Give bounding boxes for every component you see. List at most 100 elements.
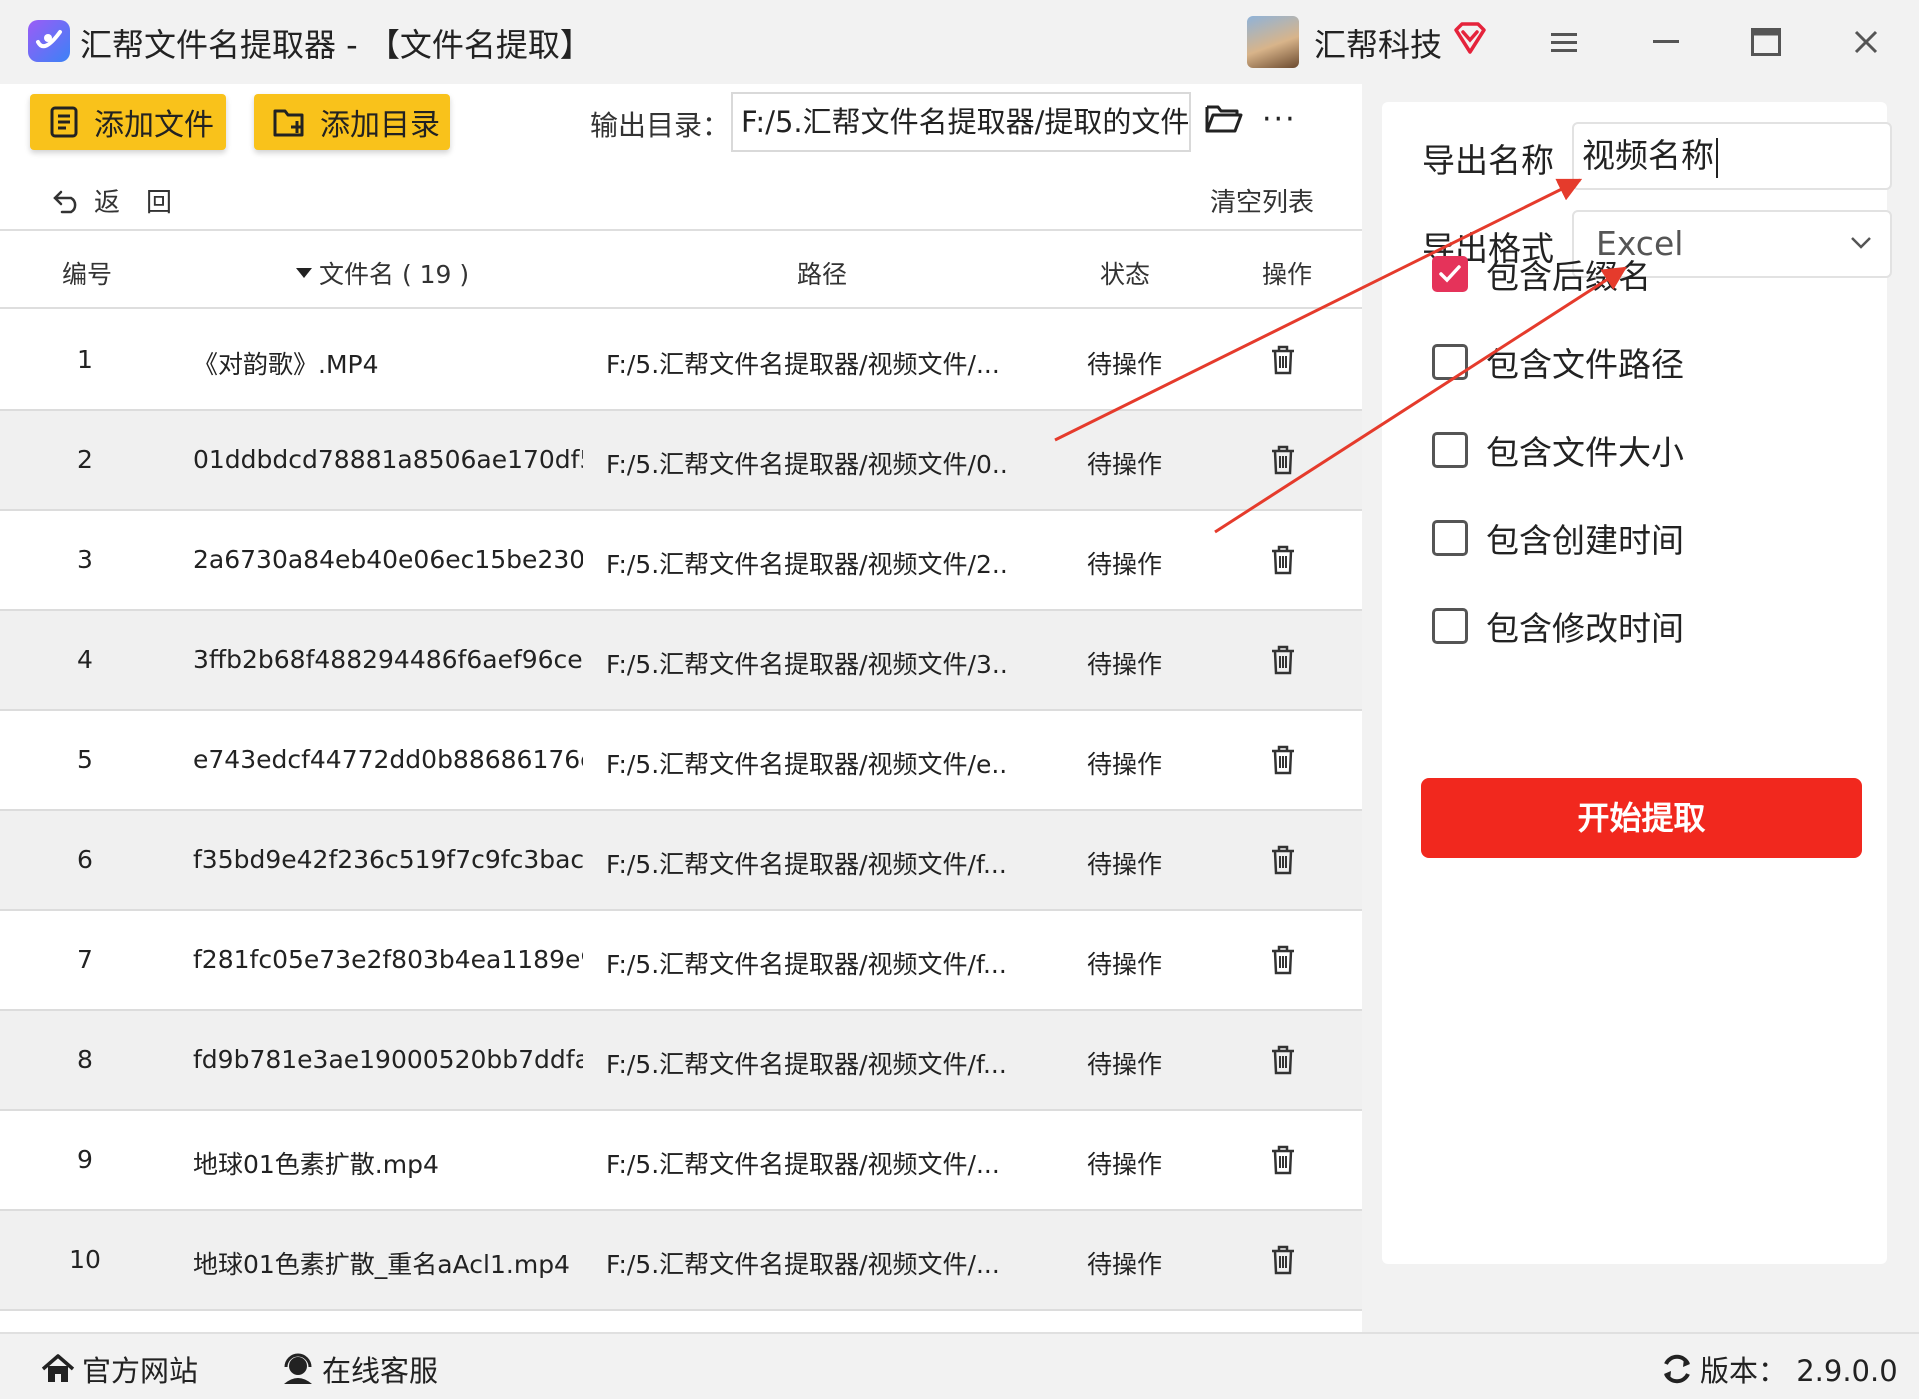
add-file-button[interactable]: 添加文件: [30, 94, 226, 150]
option-checkbox-row[interactable]: 包含文件路径: [1432, 338, 1684, 386]
row-filename: 3ffb2b68f488294486f6aef96ce1...: [193, 645, 583, 674]
support-label: 在线客服: [322, 1354, 439, 1388]
online-support-link[interactable]: 在线客服: [280, 1348, 438, 1390]
row-status: 待操作: [1087, 850, 1163, 879]
row-num: 7: [77, 945, 93, 974]
trash-icon[interactable]: [1270, 845, 1296, 881]
company-name: 汇帮科技: [1314, 26, 1443, 64]
checkbox[interactable]: [1432, 432, 1468, 468]
row-status: 待操作: [1087, 550, 1163, 579]
checkbox[interactable]: [1432, 344, 1468, 380]
row-status: 待操作: [1087, 750, 1163, 779]
table-row[interactable]: 5 e743edcf44772dd0b88686176e... F:/5.汇帮文件名…: [0, 711, 1362, 811]
checkbox[interactable]: [1432, 520, 1468, 556]
row-path: F:/5.汇帮文件名提取器/视频文件/2...: [606, 550, 1006, 579]
trash-icon[interactable]: [1270, 1145, 1296, 1181]
app-logo-icon: [28, 20, 70, 62]
table-row[interactable]: 10 地球01色素扩散_重名aAcl1.mp4 F:/5.汇帮文件名提取器/视频文件…: [0, 1211, 1362, 1311]
row-path: F:/5.汇帮文件名提取器/视频文件/...: [606, 350, 1000, 379]
trash-icon[interactable]: [1270, 1245, 1296, 1281]
row-filename: 《对韵歌》.MP4: [193, 350, 379, 379]
maximize-icon[interactable]: [1742, 18, 1790, 66]
option-label: 包含修改时间: [1486, 609, 1684, 648]
close-icon[interactable]: [1842, 18, 1890, 66]
add-folder-icon: [273, 109, 304, 137]
back-button[interactable]: 返 回: [52, 182, 172, 219]
output-dir-input[interactable]: F:/5.汇帮文件名提取器/提取的文件: [731, 92, 1191, 152]
row-status: 待操作: [1087, 1150, 1163, 1179]
row-num: 3: [77, 545, 93, 574]
version-info: 版本： 2.9.0.0: [1660, 1348, 1898, 1390]
option-label: 包含创建时间: [1486, 521, 1684, 560]
trash-icon[interactable]: [1270, 945, 1296, 981]
table-row[interactable]: 7 f281fc05e73e2f803b4ea1189e9c... F:/5.汇帮文…: [0, 911, 1362, 1011]
option-checkbox-row[interactable]: 包含后缀名: [1432, 250, 1651, 298]
row-filename: 01ddbdcd78881a8506ae170df5...: [193, 445, 583, 474]
row-status: 待操作: [1087, 1050, 1163, 1079]
checkbox[interactable]: [1432, 608, 1468, 644]
trash-icon[interactable]: [1270, 745, 1296, 781]
col-name[interactable]: 文件名 ( 19 ): [295, 255, 469, 291]
option-checkbox-row[interactable]: 包含创建时间: [1432, 514, 1684, 562]
table-row[interactable]: 3 2a6730a84eb40e06ec15be2305... F:/5.汇帮文件名…: [0, 511, 1362, 611]
more-options-button[interactable]: ···: [1262, 102, 1297, 137]
row-num: 6: [77, 845, 93, 874]
table-row[interactable]: 6 f35bd9e42f236c519f7c9fc3bac6... F:/5.汇帮文…: [0, 811, 1362, 911]
folder-open-icon[interactable]: [1204, 102, 1244, 140]
row-num: 8: [77, 1045, 93, 1074]
checkbox[interactable]: [1432, 256, 1468, 292]
option-checkbox-row[interactable]: 包含修改时间: [1432, 602, 1684, 650]
row-status: 待操作: [1087, 650, 1163, 679]
row-num: 2: [77, 445, 93, 474]
sort-down-icon: [296, 268, 312, 278]
row-num: 1: [77, 345, 93, 374]
trash-icon[interactable]: [1270, 345, 1296, 381]
row-filename: f281fc05e73e2f803b4ea1189e9c...: [193, 945, 583, 974]
add-file-icon: [50, 106, 78, 138]
back-arrow-icon: [53, 190, 77, 213]
minimize-icon[interactable]: [1642, 18, 1690, 66]
col-status[interactable]: 状态: [1100, 255, 1150, 291]
row-num: 10: [69, 1245, 101, 1274]
start-extract-button[interactable]: 开始提取: [1421, 778, 1862, 858]
table-row[interactable]: 9 地球01色素扩散.mp4 F:/5.汇帮文件名提取器/视频文件/... 待操作: [0, 1111, 1362, 1211]
clear-list-button[interactable]: 清空列表: [1210, 182, 1314, 219]
row-filename: fd9b781e3ae19000520bb7ddfa...: [193, 1045, 583, 1074]
table-row[interactable]: 4 3ffb2b68f488294486f6aef96ce1... F:/5.汇帮文…: [0, 611, 1362, 711]
trash-icon[interactable]: [1270, 645, 1296, 681]
export-name-input[interactable]: 视频名称: [1572, 122, 1892, 190]
option-label: 包含文件大小: [1486, 433, 1684, 472]
col-num[interactable]: 编号: [62, 255, 112, 291]
option-checkbox-row[interactable]: 包含文件大小: [1432, 426, 1684, 474]
trash-icon[interactable]: [1270, 545, 1296, 581]
table-row[interactable]: 2 01ddbdcd78881a8506ae170df5... F:/5.汇帮文件名…: [0, 411, 1362, 511]
table-row[interactable]: 8 fd9b781e3ae19000520bb7ddfa... F:/5.汇帮文件名…: [0, 1011, 1362, 1111]
window-title: 汇帮文件名提取器 - 【文件名提取】: [80, 26, 592, 64]
trash-icon[interactable]: [1270, 1045, 1296, 1081]
trash-icon[interactable]: [1270, 445, 1296, 481]
headset-icon: [284, 1353, 312, 1384]
table-row[interactable]: 1 《对韵歌》.MP4 F:/5.汇帮文件名提取器/视频文件/... 待操作: [0, 311, 1362, 411]
footer: 官方网站 在线客服 版本： 2.9.0.0: [0, 1332, 1919, 1399]
hamburger-icon[interactable]: [1540, 18, 1588, 66]
export-name-value: 视频名称: [1582, 136, 1714, 175]
website-label: 官方网站: [82, 1354, 199, 1388]
home-icon: [41, 1354, 75, 1382]
row-path: F:/5.汇帮文件名提取器/视频文件/f...: [606, 1050, 1006, 1079]
row-path: F:/5.汇帮文件名提取器/视频文件/0...: [606, 450, 1006, 479]
back-label: 返 回: [94, 188, 173, 218]
user-avatar[interactable]: [1247, 16, 1299, 68]
option-label: 包含文件路径: [1486, 345, 1684, 384]
chevron-down-icon: [1851, 237, 1871, 249]
settings-panel: 导出名称 视频名称 导出格式 Excel 包含后缀名 包含文件路径 包含文件大小 包含…: [1382, 102, 1892, 1264]
version-label: 版本： 2.9.0.0: [1700, 1354, 1898, 1388]
option-label: 包含后缀名: [1486, 257, 1651, 296]
row-filename: e743edcf44772dd0b88686176e...: [193, 745, 583, 774]
add-folder-button[interactable]: 添加目录: [254, 94, 450, 150]
official-website-link[interactable]: 官方网站: [40, 1348, 198, 1390]
text-caret: [1716, 137, 1718, 178]
col-path[interactable]: 路径: [797, 255, 847, 291]
row-path: F:/5.汇帮文件名提取器/视频文件/f...: [606, 850, 1006, 879]
vip-diamond-icon[interactable]: [1452, 20, 1488, 60]
row-path: F:/5.汇帮文件名提取器/视频文件/...: [606, 1150, 1000, 1179]
